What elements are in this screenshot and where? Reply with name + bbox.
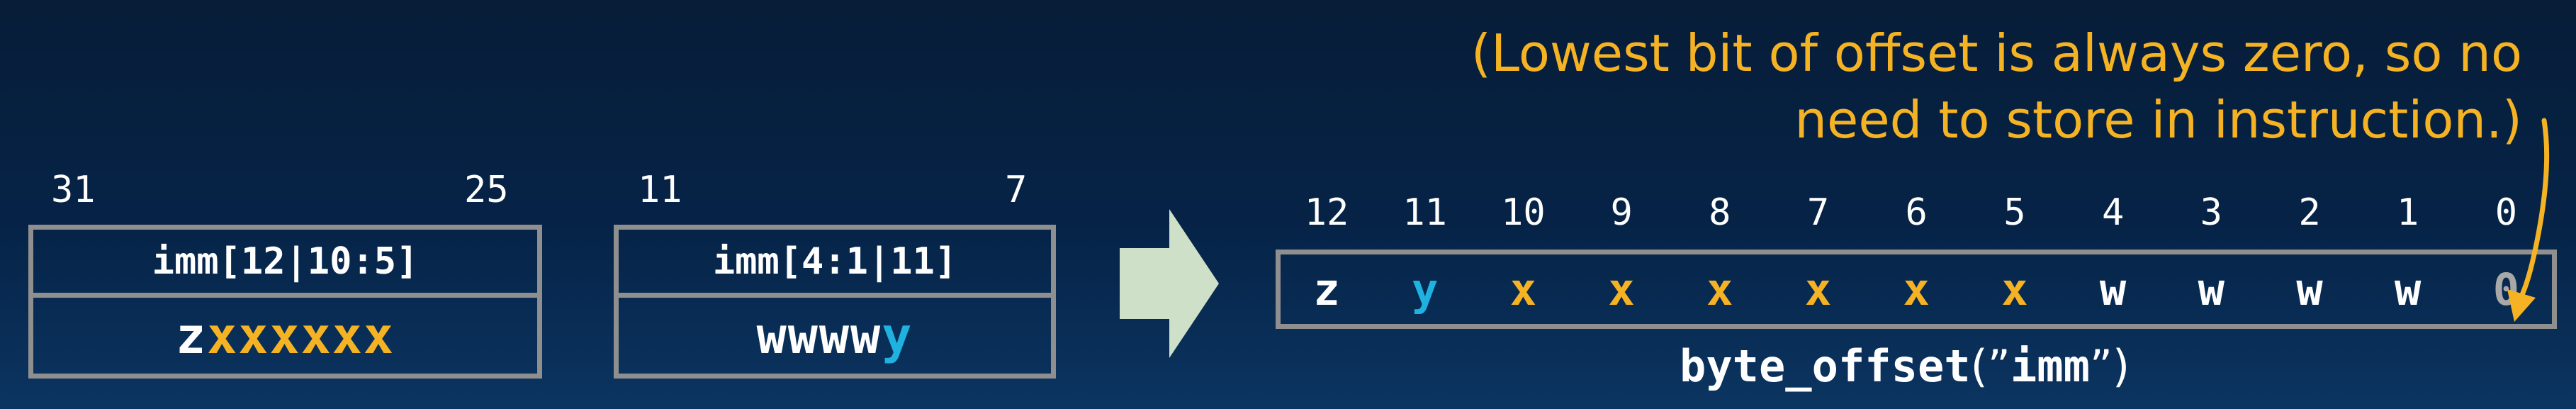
caption-open: (” bbox=[1970, 340, 2010, 392]
byte-offset-register: zyxxxxxxwwww0 bbox=[1276, 250, 2557, 329]
offset-bit: z bbox=[1313, 263, 1340, 315]
offset-bit-number: 10 bbox=[1501, 191, 1546, 234]
offset-bit: x bbox=[1509, 263, 1537, 315]
caption-function: byte_offset bbox=[1680, 340, 1971, 392]
field2-header: imm[4:1|11] bbox=[619, 230, 1051, 298]
right-arrow-icon bbox=[1120, 209, 1219, 358]
note-line-1: (Lowest bit of offset is always zero, so… bbox=[1470, 23, 2522, 83]
offset-bit: x bbox=[2001, 263, 2028, 315]
explanation-note: (Lowest bit of offset is always zero, so… bbox=[1247, 20, 2522, 153]
field1-bits-x: xxxxxx bbox=[207, 307, 395, 365]
offset-bit-number: 5 bbox=[2003, 191, 2026, 234]
field1-bit-z: z bbox=[175, 307, 208, 365]
field1-box: imm[12|10:5] z xxxxxx bbox=[28, 225, 542, 379]
field1-bits: z xxxxxx bbox=[33, 298, 537, 374]
field1-low-bit: 25 bbox=[464, 169, 509, 211]
field1-high-bit: 31 bbox=[51, 169, 96, 211]
offset-bit: x bbox=[1804, 263, 1832, 315]
offset-bit: w bbox=[2296, 263, 2323, 315]
offset-bit-number: 2 bbox=[2298, 191, 2321, 234]
offset-bit-number: 3 bbox=[2200, 191, 2222, 234]
offset-bit: y bbox=[1412, 263, 1439, 315]
offset-bit-number: 6 bbox=[1905, 191, 1928, 234]
field2-high-bit: 11 bbox=[638, 169, 682, 211]
field2-box: imm[4:1|11] wwww y bbox=[614, 225, 1056, 379]
offset-bit: w bbox=[2099, 263, 2127, 315]
note-line-2: need to store in instruction.) bbox=[1794, 90, 2522, 150]
offset-bit-number: 11 bbox=[1402, 191, 1447, 234]
offset-bit-number: 8 bbox=[1709, 191, 1731, 234]
field2-low-bit: 7 bbox=[1005, 169, 1028, 211]
field2-bits-w: wwww bbox=[756, 307, 882, 365]
pointer-arrow-icon bbox=[2507, 118, 2550, 322]
offset-caption: byte_offset(”imm”) bbox=[1680, 340, 2130, 393]
offset-bit-number: 12 bbox=[1304, 191, 1349, 234]
offset-bit-number: 1 bbox=[2397, 191, 2419, 234]
offset-bit: x bbox=[1903, 263, 1930, 315]
offset-bit-number: 9 bbox=[1610, 191, 1633, 234]
offset-bit: w bbox=[2198, 263, 2225, 315]
caption-close: ”) bbox=[2089, 340, 2130, 392]
offset-bit: x bbox=[1706, 263, 1733, 315]
field2-bit-y: y bbox=[882, 307, 913, 365]
offset-bit-number: 4 bbox=[2101, 191, 2125, 234]
field1-header: imm[12|10:5] bbox=[33, 230, 537, 298]
offset-bit: w bbox=[2395, 263, 2422, 315]
offset-bit: x bbox=[1608, 263, 1635, 315]
caption-arg: imm bbox=[2010, 340, 2090, 392]
offset-bit-number: 7 bbox=[1806, 191, 1830, 234]
field2-bits: wwww y bbox=[619, 298, 1051, 374]
